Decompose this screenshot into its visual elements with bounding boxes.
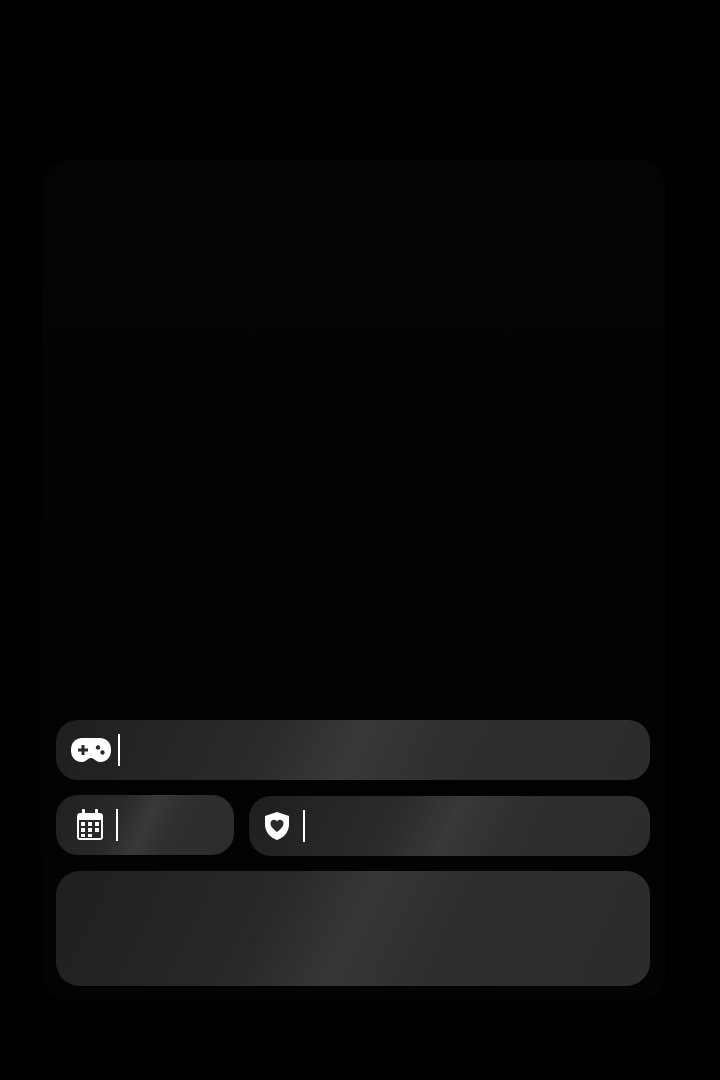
- field-divider: [118, 734, 120, 766]
- calendar-icon: [68, 795, 112, 855]
- rating-field[interactable]: [249, 796, 650, 856]
- gamepad-icon: [68, 720, 114, 780]
- shield-heart-icon: [255, 796, 299, 856]
- date-field[interactable]: [56, 795, 234, 855]
- notes-textarea[interactable]: [56, 871, 650, 986]
- field-divider: [303, 810, 305, 842]
- screen: [0, 0, 720, 1080]
- game-field[interactable]: [56, 720, 650, 780]
- field-divider: [116, 809, 118, 841]
